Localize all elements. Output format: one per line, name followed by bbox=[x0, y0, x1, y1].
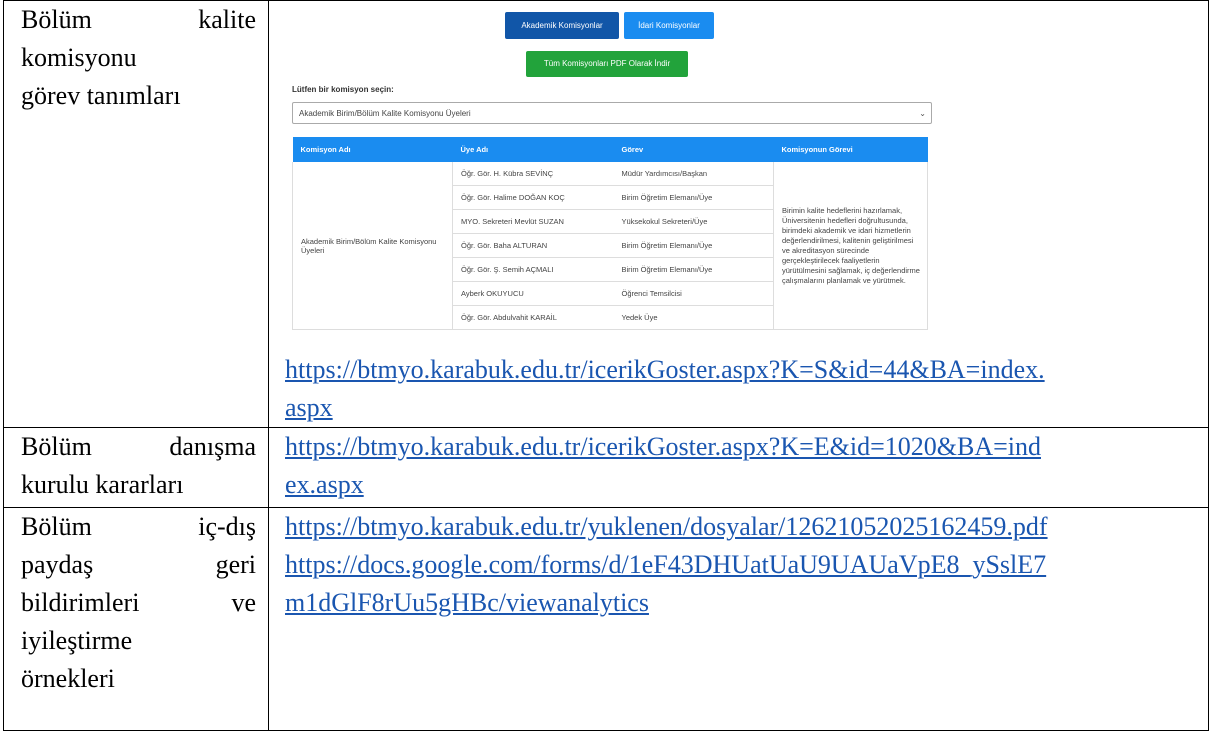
advisory-board-link-cont[interactable]: ex.aspx bbox=[285, 466, 1208, 504]
row-content-stakeholder-feedback: https://btmyo.karabuk.edu.tr/yuklenen/do… bbox=[268, 507, 1209, 731]
feedback-forms-link[interactable]: https://docs.google.com/forms/d/1eF43DHU… bbox=[285, 546, 1208, 584]
row-content-quality-commission: Akademik Komisyonlar İdari Komisyonlar T… bbox=[268, 0, 1209, 428]
row-label-advisory-board: Bölüm danışma kurulu kararları bbox=[3, 427, 269, 508]
member-name: Öğr. Gör. H. Kübra SEVİNÇ bbox=[452, 162, 614, 186]
document-table: Bölüm kalite komisyonu görev tanımları A… bbox=[3, 0, 1209, 731]
row-label-quality-commission: Bölüm kalite komisyonu görev tanımları bbox=[3, 0, 269, 428]
member-name: Öğr. Gör. Baha ALTURAN bbox=[452, 233, 614, 258]
label-line: Bölüm iç-dış bbox=[21, 512, 256, 541]
label-line: kurulu kararları bbox=[21, 470, 184, 499]
commission-select[interactable]: Akademik Birim/Bölüm Kalite Komisyonu Üy… bbox=[292, 102, 932, 124]
label-line: Bölüm kalite bbox=[21, 5, 256, 34]
member-role: Yüksekokul Sekreteri/Üye bbox=[613, 209, 774, 234]
label-line: Bölüm danışma bbox=[21, 432, 256, 461]
label-line: görev tanımları bbox=[21, 81, 181, 110]
academic-commissions-button[interactable]: Akademik Komisyonlar bbox=[505, 12, 619, 39]
column-header: Görev bbox=[613, 137, 774, 162]
row-content-advisory-board: https://btmyo.karabuk.edu.tr/icerikGoste… bbox=[268, 427, 1209, 508]
member-name: MYO. Sekreteri Mevlüt SUZAN bbox=[452, 209, 614, 234]
member-role: Birim Öğretim Elemanı/Üye bbox=[613, 185, 774, 210]
download-pdf-button[interactable]: Tüm Komisyonları PDF Olarak İndir bbox=[526, 51, 688, 77]
embedded-screenshot: Akademik Komisyonlar İdari Komisyonlar T… bbox=[285, 1, 945, 341]
select-value: Akademik Birim/Bölüm Kalite Komisyonu Üy… bbox=[299, 109, 471, 118]
column-header: Komisyon Adı bbox=[292, 137, 453, 162]
quality-commission-link[interactable]: https://btmyo.karabuk.edu.tr/icerikGoste… bbox=[285, 351, 1208, 389]
column-header: Komisyonun Görevi bbox=[773, 137, 928, 162]
commission-duty-cell: Birimin kalite hedeflerini hazırlamak, Ü… bbox=[773, 162, 928, 330]
label-line: bildirimleri ve bbox=[21, 588, 256, 617]
admin-commissions-button[interactable]: İdari Komisyonlar bbox=[624, 12, 714, 39]
member-name: Ayberk OKUYUCU bbox=[452, 281, 614, 306]
row-label-stakeholder-feedback: Bölüm iç-dış paydaş geri bildirimleri ve… bbox=[3, 507, 269, 731]
member-name: Öğr. Gör. Halime DOĞAN KOÇ bbox=[452, 185, 614, 210]
label-line: örnekleri bbox=[21, 664, 115, 693]
table-row: Akademik Birim/Bölüm Kalite Komisyonu Üy… bbox=[292, 162, 928, 330]
feedback-forms-link-cont[interactable]: m1dGlF8rUu5gHBc/viewanalytics bbox=[285, 584, 1208, 622]
advisory-board-link[interactable]: https://btmyo.karabuk.edu.tr/icerikGoste… bbox=[285, 428, 1208, 466]
member-name: Öğr. Gör. Ş. Semih AÇMALI bbox=[452, 257, 614, 282]
commission-name-cell: Akademik Birim/Bölüm Kalite Komisyonu Üy… bbox=[292, 162, 453, 330]
feedback-pdf-link[interactable]: https://btmyo.karabuk.edu.tr/yuklenen/do… bbox=[285, 508, 1208, 546]
member-role: Müdür Yardımcısı/Başkan bbox=[613, 162, 774, 186]
member-name: Öğr. Gör. Abdulvahit KARAİL bbox=[452, 305, 614, 330]
chevron-down-icon: ⌄ bbox=[919, 109, 926, 118]
commission-table: Komisyon Adı Üye Adı Görev Komisyonun Gö… bbox=[292, 137, 928, 330]
column-header: Üye Adı bbox=[452, 137, 614, 162]
select-prompt: Lütfen bir komisyon seçin: bbox=[292, 85, 394, 94]
member-role: Öğrenci Temsilcisi bbox=[613, 281, 774, 306]
quality-commission-link-cont[interactable]: aspx bbox=[285, 389, 1208, 427]
label-line: komisyonu bbox=[21, 43, 137, 72]
member-role: Birim Öğretim Elemanı/Üye bbox=[613, 257, 774, 282]
label-line: iyileştirme bbox=[21, 626, 133, 655]
member-role: Yedek Üye bbox=[613, 305, 774, 330]
label-line: paydaş geri bbox=[21, 550, 256, 579]
member-role: Birim Öğretim Elemanı/Üye bbox=[613, 233, 774, 258]
